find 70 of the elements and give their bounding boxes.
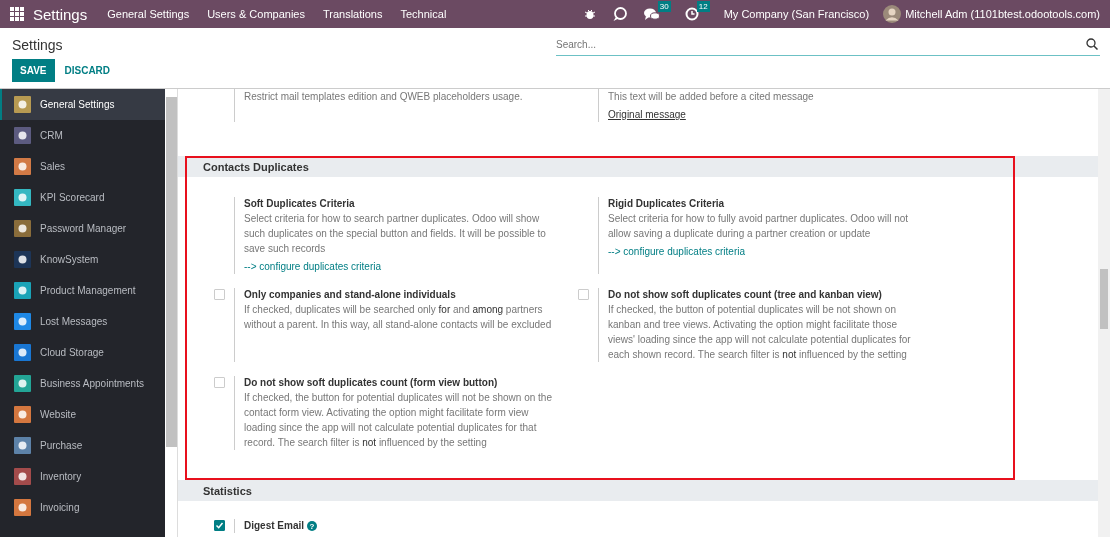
setting-title: Rigid Duplicates Criteria bbox=[608, 197, 725, 211]
setting-description: Select criteria for how to fully avoid partner duplicates. Odoo will not allow saving a duplicate during a partner creation or update bbox=[608, 212, 910, 241]
sidebar-label: Password Manager bbox=[40, 223, 127, 234]
chat-icon[interactable] bbox=[611, 6, 628, 22]
search-field[interactable]: Search... bbox=[556, 34, 1100, 56]
discard-button[interactable]: DISCARD bbox=[56, 59, 119, 82]
sidebar-item[interactable]: Inventory bbox=[0, 461, 165, 492]
avatar-icon[interactable] bbox=[883, 5, 902, 23]
setting-title: Only companies and stand-alone individuals bbox=[244, 288, 456, 302]
search-icon[interactable] bbox=[1086, 38, 1098, 50]
section-title: Statistics bbox=[203, 484, 252, 497]
sidebar-item[interactable]: Business Appointments bbox=[0, 368, 165, 399]
scrollbar[interactable] bbox=[165, 89, 178, 537]
sidebar-label: General Settings bbox=[40, 99, 115, 110]
sidebar-label: KPI Scorecard bbox=[40, 192, 105, 203]
setting-description: If checked, duplicates will be searched only for and among partners without a parent. In this way, all stand-alone contacts will be excluded bbox=[244, 303, 553, 332]
sidebar-item[interactable]: Lost Messages bbox=[0, 306, 165, 337]
sidebar-item[interactable]: Purchase bbox=[0, 430, 165, 461]
page-title: Settings bbox=[12, 37, 64, 53]
sidebar-label: Cloud Storage bbox=[40, 347, 104, 358]
setting-title: Soft Duplicates Criteria bbox=[244, 197, 355, 211]
checkbox[interactable] bbox=[214, 520, 225, 531]
sidebar-item[interactable]: Website bbox=[0, 399, 165, 430]
sidebar-item[interactable]: KPI Scorecard bbox=[0, 182, 165, 213]
clock-icon[interactable] bbox=[684, 7, 699, 21]
menu-item[interactable]: General Settings bbox=[107, 8, 190, 20]
help-icon[interactable]: ? bbox=[307, 521, 318, 531]
sidebar-item[interactable]: Product Management bbox=[0, 275, 165, 306]
sidebar-label: Business Appointments bbox=[40, 378, 144, 389]
user-menu[interactable]: Mitchell Adm (1101btest.odootools.com) bbox=[905, 8, 1100, 20]
sidebar-item[interactable]: Sales bbox=[0, 151, 165, 182]
sidebar-label: Sales bbox=[40, 161, 65, 172]
setting-title: Do not show soft duplicates count (tree and kanban view) bbox=[608, 288, 882, 302]
sidebar-label: Product Management bbox=[40, 285, 136, 296]
messages-icon[interactable] bbox=[643, 7, 660, 21]
sidebar-item[interactable]: KnowSystem bbox=[0, 244, 165, 275]
sidebar-item[interactable]: Invoicing bbox=[0, 492, 165, 523]
setting-description: If checked, the button for potential duplicates will not be shown on the contact form view. Activating the option might facilitate form view loading since the app will not calculate potential duplicates for that record. The search filter is not influenced by the setting bbox=[244, 391, 553, 450]
scrollbar[interactable] bbox=[1098, 89, 1110, 537]
sidebar-item[interactable]: CRM bbox=[0, 120, 165, 151]
sidebar-label: Lost Messages bbox=[40, 316, 108, 327]
sidebar-label: CRM bbox=[40, 130, 63, 141]
apps-menu-icon[interactable] bbox=[10, 7, 24, 21]
section-title: Contacts Duplicates bbox=[203, 160, 309, 173]
setting-description: Select criteria for how to search partner duplicates. Odoo will show such duplicates on the special button and fields. It will be possible to save such records bbox=[244, 212, 547, 256]
menu-item[interactable]: Users & Companies bbox=[207, 8, 305, 20]
setting-description: This text will be added before a cited message bbox=[608, 90, 815, 104]
messages-count-badge: 30 bbox=[657, 1, 671, 12]
setting-title: Do not show soft duplicates count (form view button) bbox=[244, 376, 498, 390]
save-button[interactable]: SAVE bbox=[12, 59, 55, 82]
sidebar-label: Invoicing bbox=[40, 502, 80, 513]
app-title: Settings bbox=[33, 5, 88, 23]
setting-link[interactable]: --> configure duplicates criteria bbox=[244, 261, 381, 272]
sidebar-item[interactable]: Password Manager bbox=[0, 213, 165, 244]
sidebar-label: Purchase bbox=[40, 440, 83, 451]
setting-title: Digest Email bbox=[244, 519, 305, 533]
setting-link[interactable]: --> configure duplicates criteria bbox=[608, 246, 745, 257]
menu-item[interactable]: Translations bbox=[322, 8, 383, 20]
sidebar-label: KnowSystem bbox=[40, 254, 99, 265]
setting-description: Restrict mail templates edition and QWEB placeholders usage. bbox=[244, 90, 524, 104]
sidebar-label: Website bbox=[40, 409, 76, 420]
sidebar-item[interactable]: Cloud Storage bbox=[0, 337, 165, 368]
menu-item[interactable]: Technical bbox=[400, 8, 447, 20]
sidebar-label: Inventory bbox=[40, 471, 82, 482]
sidebar-item[interactable]: General Settings bbox=[0, 89, 165, 120]
setting-description: If checked, the button of potential duplicates will be not shown on kanban and tree views. Activating the option might facilitate those views' loading since the app will not calculate potential duplicates for each shown record. The search filter is not influenced by the setting bbox=[608, 303, 912, 362]
bug-icon[interactable] bbox=[583, 8, 596, 20]
company-switcher[interactable]: My Company (San Francisco) bbox=[723, 8, 870, 20]
setting-link[interactable]: Original message bbox=[608, 109, 686, 120]
activities-count-badge: 12 bbox=[696, 1, 710, 12]
